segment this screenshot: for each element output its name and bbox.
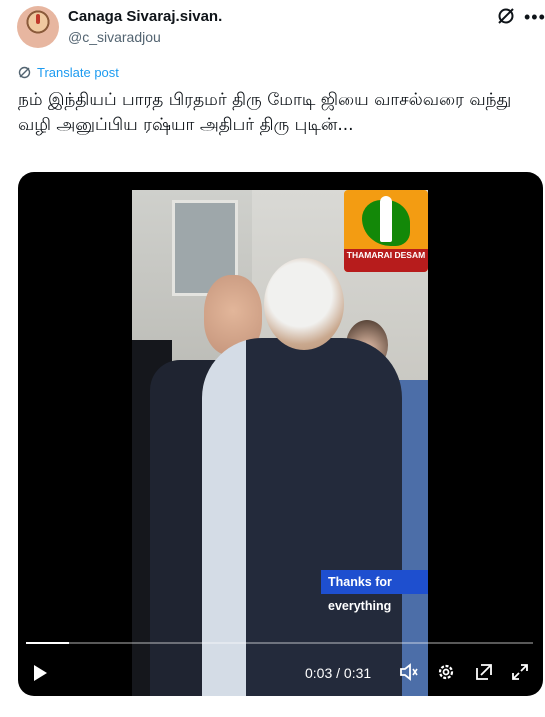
avatar-tilak [36,14,40,24]
grok-icon[interactable] [496,6,516,26]
avatar[interactable] [17,6,59,48]
logo-text: THAMARAI DESAM [344,249,428,272]
popout-icon[interactable] [474,662,494,682]
progress-bar[interactable] [26,642,533,644]
more-icon[interactable]: ••• [524,7,545,28]
settings-icon[interactable] [436,662,456,682]
video-player[interactable]: THAMARAI DESAM Thanks for everything 0:0… [18,172,543,696]
post-text: நம் இந்தியப் பாரத பிரதமர் திரு மோடி ஜியை… [18,90,512,135]
video-controls: 0:03 / 0:31 [18,652,543,692]
translate-post-link[interactable]: Translate post [18,65,119,80]
fullscreen-icon[interactable] [510,662,530,682]
current-time: 0:03 [305,665,333,681]
time-display: 0:03 / 0:31 [305,665,371,681]
translate-icon [18,66,31,79]
video-caption: Thanks for everything [321,570,428,613]
author-handle[interactable]: @c_sivaradjou [68,29,161,45]
translate-label[interactable]: Translate post [37,65,119,80]
play-icon[interactable] [32,664,48,682]
channel-logo: THAMARAI DESAM [344,190,428,272]
logo-figure [380,196,392,242]
time-separator: / [336,665,341,681]
volume-icon[interactable] [398,662,418,682]
author-name[interactable]: Canaga Sivaraj.sivan. [68,8,222,25]
progress-fill [26,642,70,644]
duration: 0:31 [343,665,372,681]
video-frame[interactable]: THAMARAI DESAM Thanks for everything [132,190,428,696]
person-white-hair [264,258,344,350]
